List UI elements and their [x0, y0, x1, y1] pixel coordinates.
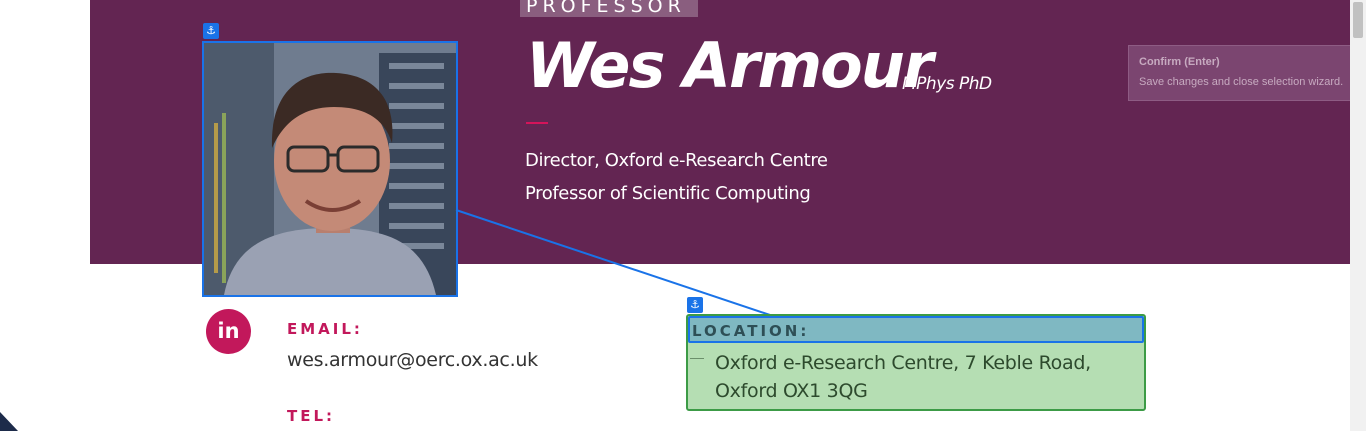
tooltip-text: Save changes and close selection wizard. — [1139, 76, 1344, 88]
accent-divider — [526, 122, 548, 124]
confirm-tooltip: Confirm (Enter) Save changes and close s… — [1128, 45, 1366, 101]
profile-role-1: Director, Oxford e-Research Centre — [525, 150, 828, 171]
location-label: LOCATION: — [692, 322, 810, 340]
anchor-icon[interactable]: ⚓ — [203, 23, 219, 39]
location-selection-box[interactable]: LOCATION: Oxford e-Research Centre, 7 Ke… — [686, 314, 1146, 411]
linkedin-icon[interactable]: in — [206, 309, 251, 354]
location-marker — [690, 358, 704, 359]
anchor-icon[interactable]: ⚓ — [687, 297, 703, 313]
scrollbar-thumb[interactable] — [1353, 2, 1363, 38]
tooltip-title: Confirm (Enter) — [1139, 56, 1220, 68]
profile-postnominals: MPhys PhD — [902, 74, 992, 94]
profile-eyebrow: PROFESSOR — [520, 0, 698, 17]
email-label: EMAIL: — [287, 320, 363, 338]
profile-photo[interactable] — [202, 41, 458, 297]
corner-decoration — [0, 412, 18, 431]
email-link[interactable]: wes.armour@oerc.ox.ac.uk — [287, 349, 538, 371]
portrait-image — [204, 43, 456, 295]
page-scrollbar[interactable] — [1350, 0, 1366, 431]
location-header-selection[interactable]: LOCATION: — [688, 316, 1144, 343]
location-value: Oxford e-Research Centre, 7 Keble Road, … — [715, 352, 1091, 402]
profile-role-2: Professor of Scientific Computing — [525, 183, 811, 204]
profile-name: Wes Armour — [526, 29, 933, 102]
tel-label: TEL: — [287, 407, 336, 425]
